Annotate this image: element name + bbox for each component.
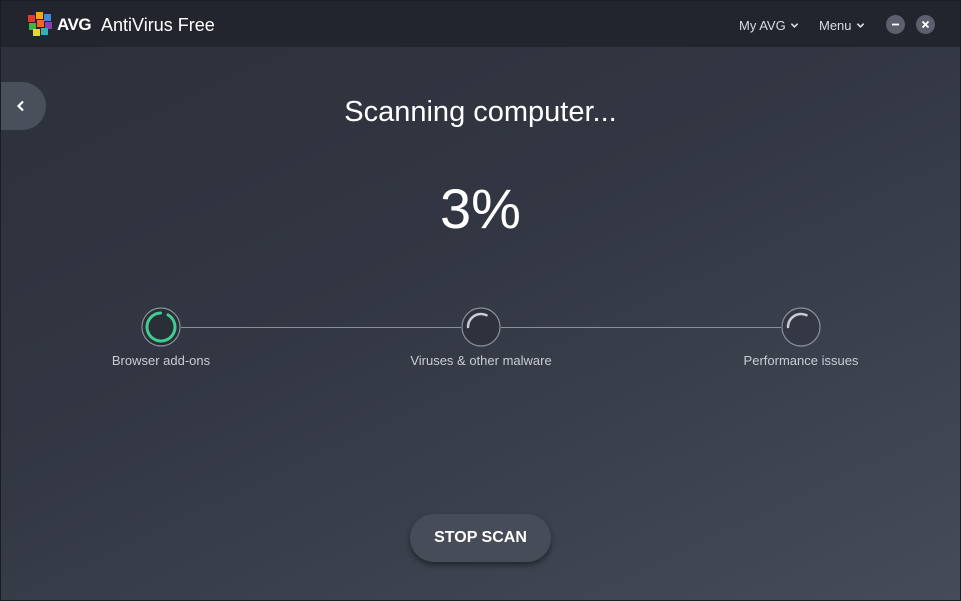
- spinner-pending-icon: [461, 307, 501, 347]
- stop-scan-button[interactable]: STOP SCAN: [410, 514, 551, 562]
- step-connector: [181, 327, 461, 328]
- scan-steps: Browser add-ons Viruses & other malware …: [1, 1, 960, 600]
- step-label-browser-addons: Browser add-ons: [111, 353, 211, 368]
- spinner-active-icon: [141, 307, 181, 347]
- step-connector: [501, 327, 781, 328]
- step-label-performance: Performance issues: [743, 353, 859, 368]
- app-window: AVG AntiVirus Free My AVG Menu Scanning …: [0, 0, 961, 601]
- step-label-viruses: Viruses & other malware: [410, 353, 552, 368]
- spinner-pending-icon: [781, 307, 821, 347]
